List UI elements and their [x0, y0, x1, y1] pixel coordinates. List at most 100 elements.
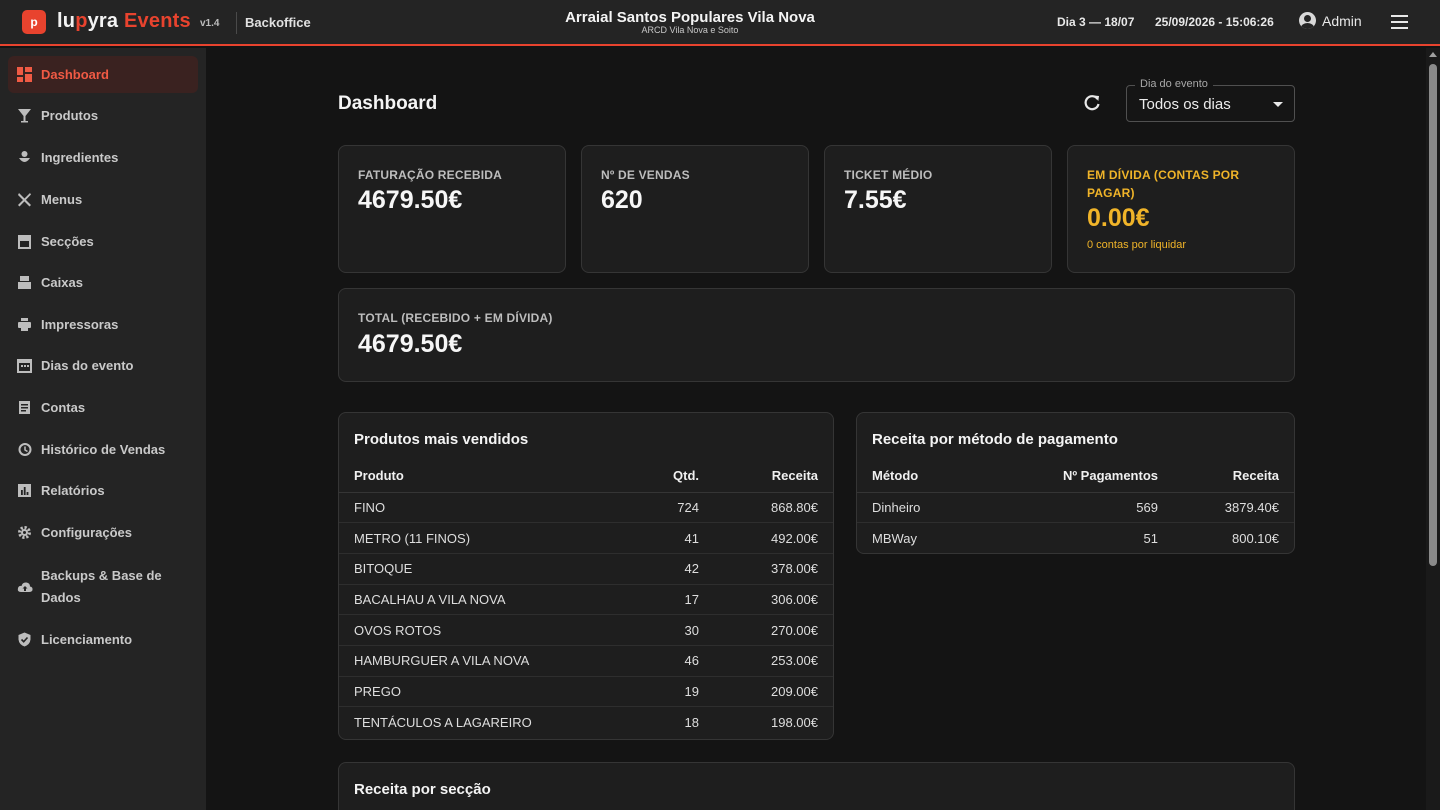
table-cell: 724: [619, 492, 699, 524]
dashboard-icon: [16, 66, 33, 83]
user-name: Admin: [1322, 12, 1362, 29]
table-cell: MBWay: [872, 530, 918, 546]
table-cell: 198.00€: [771, 714, 818, 730]
sections-revenue-card: Receita por secção: [338, 762, 1295, 810]
sidebar-item-label: Licenciamento: [41, 632, 133, 647]
current-datetime: 25/09/2026 - 15:06:26: [1155, 15, 1274, 29]
kpi-value: 0.00€: [1087, 204, 1150, 232]
total-value: 4679.50€: [358, 330, 463, 358]
table-cell: PREGO: [339, 676, 619, 708]
event-day-select[interactable]: Dia do evento Todos os dias: [1126, 78, 1295, 122]
kpi-value: 4679.50€: [358, 186, 463, 214]
table-cell: Dinheiro: [857, 492, 987, 524]
sidebar-item-contas[interactable]: Contas: [8, 389, 198, 426]
table-cell: FINO: [339, 492, 619, 524]
table-row: MBWay 51 800.10€: [857, 523, 1294, 554]
sidebar-item-label: Secções: [41, 234, 94, 249]
utensils-icon: [16, 191, 33, 208]
table-cell: 41: [619, 522, 699, 554]
table-cell: 868.80€: [699, 492, 833, 524]
sidebar-item-dias-do-evento[interactable]: Dias do evento: [8, 347, 198, 384]
sidebar-item-caixas[interactable]: Caixas: [8, 264, 198, 301]
sidebar-item-relatorios[interactable]: Relatórios: [8, 472, 198, 509]
select-legend: Dia do evento: [1135, 78, 1213, 90]
table-header-row: Método Nº Pagamentos Receita: [857, 459, 1294, 493]
column-header: Qtd.: [619, 459, 699, 493]
gear-icon: [16, 524, 33, 541]
table-cell: METRO (11 FINOS): [339, 522, 619, 554]
table-row: BITOQUE 42 378.00€: [339, 553, 833, 585]
sidebar-item-configuracoes[interactable]: Configurações: [8, 514, 198, 551]
table-cell: OVOS ROTOS: [339, 614, 619, 646]
payment-methods-table: Método Nº Pagamentos Receita Dinheiro 569…: [857, 459, 1294, 553]
table-row: METRO (11 FINOS) 41 492.00€: [339, 522, 833, 554]
brand-part: lu: [57, 10, 76, 32]
table-row: HAMBURGUER A VILA NOVA 46 253.00€: [339, 645, 833, 677]
column-header: Produto: [339, 459, 619, 493]
table-cell: 18: [684, 714, 699, 730]
scroll-up-icon[interactable]: [1429, 52, 1437, 57]
storefront-icon: [16, 233, 33, 250]
table-cell: 306.00€: [699, 584, 833, 616]
hamburger-menu-icon[interactable]: [1391, 15, 1408, 29]
receipt-icon: [16, 399, 33, 416]
sidebar-item-menus[interactable]: Menus: [8, 181, 198, 218]
table-row: PREGO 19 209.00€: [339, 676, 833, 708]
scrollbar-thumb[interactable]: [1429, 64, 1437, 566]
table-cell: 209.00€: [699, 676, 833, 708]
table-cell: 17: [619, 584, 699, 616]
table-row: Dinheiro 569 3879.40€: [857, 492, 1294, 524]
sidebar-item-label: Dias do evento: [41, 358, 134, 373]
history-icon: [16, 441, 33, 458]
total-card: TOTAL (RECEBIDO + EM DÍVIDA) 4679.50€: [338, 288, 1295, 382]
table-cell: 800.10€: [1232, 530, 1279, 546]
table-cell: 378.00€: [699, 553, 833, 585]
sidebar-item-impressoras[interactable]: Impressoras: [8, 306, 198, 343]
table-header-row: Produto Qtd. Receita: [339, 459, 833, 493]
kpi-label: Nº DE VENDAS: [601, 168, 690, 182]
event-title: Arraial Santos Populares Vila Nova: [565, 9, 815, 26]
cocktail-icon: [16, 107, 33, 124]
table-cell: 42: [619, 553, 699, 585]
sidebar-item-produtos[interactable]: Produtos: [8, 97, 198, 134]
top-products-table: Produto Qtd. Receita FINO 724 868.80€ METRO…: [339, 459, 833, 738]
event-day-info: Dia 3 — 18/07: [1057, 15, 1135, 29]
header-divider: [236, 12, 237, 34]
kpi-subtext: 0 contas por liquidar: [1087, 239, 1187, 251]
sidebar-item-historico-de-vendas[interactable]: Histórico de Vendas: [8, 431, 198, 468]
version-label: v1.4: [200, 18, 220, 29]
printer-icon: [16, 316, 33, 333]
register-icon: [16, 274, 33, 291]
sidebar-item-ingredientes[interactable]: Ingredientes: [8, 139, 198, 176]
app-logo-icon[interactable]: p: [22, 10, 46, 34]
event-subtitle: ARCD Vila Nova e Soito: [641, 25, 739, 35]
column-header: Método: [857, 459, 987, 493]
payment-methods-title: Receita por método de pagamento: [872, 431, 1118, 448]
sidebar-item-label: Backups & Base de Dados: [41, 568, 162, 605]
table-cell: 253.00€: [699, 645, 833, 677]
kpi-card-faturacao: FATURAÇÃO RECEBIDA 4679.50€: [338, 145, 566, 273]
kpi-card-ticket-medio: TICKET MÉDIO 7.55€: [824, 145, 1052, 273]
sidebar-item-backups[interactable]: Backups & Base de Dados: [8, 562, 198, 612]
calendar-icon: [16, 357, 33, 374]
sidebar-item-licenciamento[interactable]: Licenciamento: [8, 621, 198, 658]
sidebar-item-label: Menus: [41, 192, 83, 207]
sidebar-item-seccoes[interactable]: Secções: [8, 223, 198, 260]
table-cell: TENTÁCULOS A LAGAREIRO: [354, 714, 532, 730]
sidebar-item-label: Relatórios: [41, 483, 105, 498]
user-menu[interactable]: Admin: [1299, 12, 1362, 29]
top-bar: p lupyra Events v1.4 Backoffice Arraial …: [0, 0, 1440, 46]
sidebar: Dashboard Produtos Ingredientes Menus Se…: [0, 48, 206, 810]
sections-revenue-title: Receita por secção: [354, 781, 491, 798]
brand-name: lupyra Events: [57, 10, 191, 33]
sidebar-item-dashboard[interactable]: Dashboard: [8, 56, 198, 93]
kpi-value: 620: [601, 186, 643, 214]
refresh-icon[interactable]: [1082, 93, 1102, 113]
table-row: OVOS ROTOS 30 270.00€: [339, 614, 833, 646]
sidebar-item-label: Dashboard: [41, 67, 109, 82]
ingredients-icon: [16, 149, 33, 166]
kpi-value: 7.55€: [844, 186, 907, 214]
page-scrollbar[interactable]: [1426, 48, 1440, 810]
sidebar-item-label: Caixas: [41, 275, 83, 290]
table-cell: 51: [1143, 530, 1158, 546]
